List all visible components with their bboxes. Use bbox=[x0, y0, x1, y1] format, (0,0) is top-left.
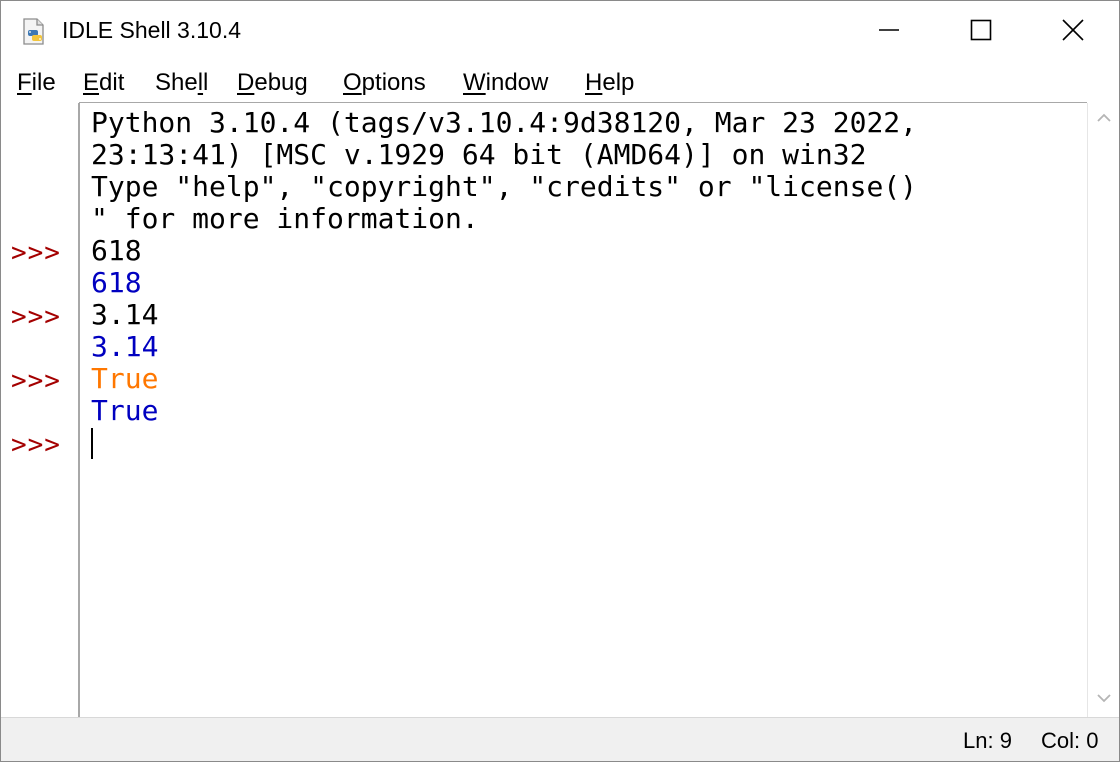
python-file-icon bbox=[19, 17, 49, 47]
menu-options[interactable]: Options bbox=[343, 69, 426, 97]
menu-shell[interactable]: Shell bbox=[155, 69, 208, 97]
minimize-icon bbox=[878, 19, 900, 46]
input-line: 618 bbox=[91, 234, 142, 267]
maximize-icon bbox=[970, 19, 992, 46]
maximize-button[interactable] bbox=[935, 1, 1027, 63]
menu-edit[interactable]: Edit bbox=[83, 69, 124, 97]
close-icon bbox=[1062, 18, 1084, 46]
output-line: 3.14 bbox=[91, 330, 159, 363]
shell-prompt: >>> bbox=[11, 302, 61, 332]
status-column-number: Col: 0 bbox=[1041, 728, 1099, 753]
input-line: True bbox=[91, 362, 159, 395]
menu-help[interactable]: Help bbox=[585, 69, 634, 97]
shell-text-area[interactable]: Python 3.10.4 (tags/v3.10.4:9d38120, Mar… bbox=[80, 103, 1087, 717]
banner-line: " for more information. bbox=[91, 202, 479, 235]
minimize-button[interactable] bbox=[843, 1, 935, 63]
chevron-down-icon[interactable] bbox=[1096, 691, 1112, 710]
window-title: IDLE Shell 3.10.4 bbox=[62, 17, 242, 43]
text-cursor bbox=[91, 428, 93, 459]
output-line: 618 bbox=[91, 266, 142, 299]
banner-line: Type "help", "copyright", "credits" or "… bbox=[91, 170, 918, 203]
shell-prompt: >>> bbox=[11, 430, 61, 460]
menu-file[interactable]: File bbox=[17, 69, 56, 97]
close-button[interactable] bbox=[1027, 1, 1119, 63]
banner-line: Python 3.10.4 (tags/v3.10.4:9d38120, Mar… bbox=[91, 106, 918, 139]
menu-bar: File Edit Shell Debug Options Window Hel… bbox=[1, 63, 1119, 103]
status-bar: Ln: 9 Col: 0 bbox=[1, 717, 1119, 761]
shell-prompt: >>> bbox=[11, 366, 61, 396]
menu-window[interactable]: Window bbox=[463, 69, 548, 97]
idle-shell-window: IDLE Shell 3.10.4 File Edit Shell Debug … bbox=[0, 0, 1120, 762]
title-bar[interactable]: IDLE Shell 3.10.4 bbox=[1, 1, 1119, 63]
banner-line: 23:13:41) [MSC v.1929 64 bit (AMD64)] on… bbox=[91, 138, 867, 171]
vertical-scrollbar[interactable] bbox=[1087, 103, 1119, 717]
chevron-up-icon[interactable] bbox=[1096, 111, 1112, 130]
status-line-number: Ln: 9 bbox=[963, 728, 1012, 753]
shell-prompt: >>> bbox=[11, 238, 61, 268]
prompt-gutter: >>> >>> >>> >>> bbox=[1, 103, 79, 717]
menu-debug[interactable]: Debug bbox=[237, 69, 308, 97]
input-line: 3.14 bbox=[91, 298, 159, 331]
output-line: True bbox=[91, 394, 159, 427]
